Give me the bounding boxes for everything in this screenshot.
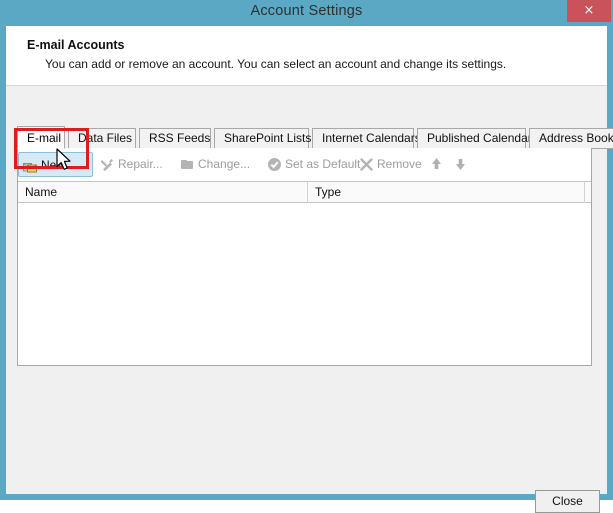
tab-address-books[interactable]: Address Books xyxy=(529,128,613,149)
accounts-list[interactable] xyxy=(18,203,591,364)
window-close-icon[interactable]: × xyxy=(567,0,611,22)
move-down-button[interactable] xyxy=(451,154,470,174)
tab-label: Internet Calendars xyxy=(322,131,421,145)
move-up-button[interactable] xyxy=(427,154,446,174)
new-account-label: New... xyxy=(41,158,75,172)
repair-account-button[interactable]: Repair... xyxy=(96,152,169,177)
repair-tools-icon xyxy=(99,156,116,173)
set-as-default-button[interactable]: Set as Default xyxy=(263,152,366,177)
page-description: You can add or remove an account. You ca… xyxy=(45,57,507,71)
accounts-toolbar: New... Repair... Change... Set as Defaul… xyxy=(18,148,591,182)
change-account-button[interactable]: Change... xyxy=(176,152,256,177)
tab-strip: E-mail Data Files RSS Feeds SharePoint List… xyxy=(17,126,613,149)
window-title: Account Settings xyxy=(250,3,363,19)
column-header-name[interactable]: Name xyxy=(18,182,307,203)
tab-label: Published Calendars xyxy=(427,131,538,145)
tab-label: Data Files xyxy=(78,131,133,145)
tab-label: E-mail xyxy=(27,131,62,145)
header-area: E-mail Accounts You can add or remove an… xyxy=(6,26,607,86)
tab-label: RSS Feeds xyxy=(149,131,211,145)
column-divider[interactable] xyxy=(584,182,585,203)
tab-label: Address Books xyxy=(539,131,613,145)
remove-account-label: Remove xyxy=(377,157,422,171)
tab-page-email: New... Repair... Change... Set as Defaul… xyxy=(17,148,592,366)
remove-account-button[interactable]: Remove xyxy=(355,152,428,177)
arrow-up-icon xyxy=(432,158,441,169)
tab-rss-feeds[interactable]: RSS Feeds xyxy=(139,128,211,149)
check-circle-icon xyxy=(266,156,283,173)
column-header-type[interactable]: Type xyxy=(308,182,584,203)
new-mail-icon xyxy=(22,157,39,174)
tab-sharepoint-lists[interactable]: SharePoint Lists xyxy=(214,128,312,149)
tab-data-files[interactable]: Data Files xyxy=(68,128,136,149)
tab-published-calendars[interactable]: Published Calendars xyxy=(417,128,538,149)
account-settings-window: Account Settings × E-mail Accounts You c… xyxy=(0,0,613,513)
tab-internet-calendars[interactable]: Internet Calendars xyxy=(312,128,421,149)
tab-e-mail[interactable]: E-mail xyxy=(17,126,65,149)
close-button[interactable]: Close xyxy=(535,490,600,513)
close-x-icon xyxy=(358,156,375,173)
arrow-down-icon xyxy=(456,159,465,170)
tab-label: SharePoint Lists xyxy=(224,131,312,145)
page-title: E-mail Accounts xyxy=(27,38,125,52)
dialog-body: E-mail Accounts You can add or remove an… xyxy=(6,26,613,513)
accounts-table-header: Name Type xyxy=(18,181,591,203)
new-account-button[interactable]: New... xyxy=(18,152,93,177)
settings-panel: E-mail Data Files RSS Feeds SharePoint List… xyxy=(6,86,613,494)
change-account-label: Change... xyxy=(198,157,251,171)
repair-account-label: Repair... xyxy=(118,157,163,171)
change-settings-icon xyxy=(179,156,196,173)
title-bar: Account Settings × xyxy=(0,0,613,27)
set-as-default-label: Set as Default xyxy=(285,157,361,171)
